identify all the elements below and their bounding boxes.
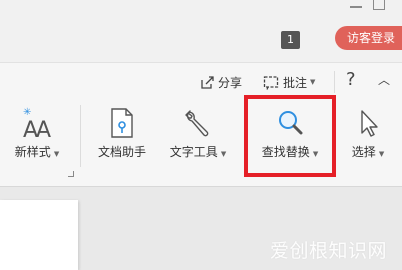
chevron-down-icon[interactable]: ▼ <box>310 78 315 86</box>
style-icon: ✳ A A <box>23 107 51 141</box>
new-style-button[interactable]: ✳ A A 新样式 ▼ <box>6 105 68 171</box>
chevron-down-icon[interactable]: ▼ <box>54 150 59 158</box>
highlight-box <box>244 95 336 177</box>
dialog-launcher-icon[interactable] <box>68 171 74 177</box>
ribbon-toolbar: 分享 批注 ▼ ? ︿ ✳ A A 新样式 ▼ 文档助手 文字工具 ▼ 查找替换… <box>0 62 402 187</box>
document-assistant-icon <box>111 108 133 138</box>
select-text: 选择 <box>351 145 376 159</box>
divider <box>80 105 81 167</box>
share-label: 分享 <box>218 75 243 90</box>
chevron-down-icon[interactable]: ▼ <box>221 150 226 158</box>
comment-label: 批注 <box>283 75 308 90</box>
document-assistant-button[interactable]: 文档助手 <box>90 105 154 171</box>
divider <box>334 71 335 93</box>
help-icon[interactable]: ? <box>346 69 356 90</box>
new-style-text: 新样式 <box>14 145 51 159</box>
text-tools-label: 文字工具 ▼ <box>160 143 236 160</box>
document-page[interactable] <box>0 200 78 270</box>
chevron-down-icon[interactable]: ▼ <box>379 150 384 158</box>
comment-button[interactable]: 批注 ▼ <box>263 72 315 92</box>
maximize-icon[interactable] <box>373 0 385 10</box>
comment-icon <box>263 75 279 90</box>
watermark: 爱创根知识网 <box>270 240 388 262</box>
select-label: 选择 ▼ <box>340 143 396 160</box>
text-tools-button[interactable]: 文字工具 ▼ <box>160 105 236 171</box>
share-icon <box>201 75 214 89</box>
select-button[interactable]: 选择 ▼ <box>340 105 396 171</box>
new-style-label: 新样式 ▼ <box>6 143 68 160</box>
text-tools-text: 文字工具 <box>169 145 218 159</box>
guest-login-button[interactable]: 访客登录 <box>335 26 402 50</box>
svg-text:✳: ✳ <box>23 107 31 118</box>
share-button[interactable]: 分享 <box>200 72 242 92</box>
svg-text:A: A <box>36 118 51 141</box>
title-bar: 1 访客登录 <box>0 0 402 62</box>
cursor-arrow-icon <box>361 110 378 137</box>
window-count-badge[interactable]: 1 <box>281 31 300 49</box>
collapse-ribbon-icon[interactable]: ︿ <box>378 71 390 88</box>
minimize-icon[interactable] <box>350 6 362 8</box>
document-assistant-label: 文档助手 <box>97 145 146 159</box>
wrench-icon <box>185 110 209 137</box>
